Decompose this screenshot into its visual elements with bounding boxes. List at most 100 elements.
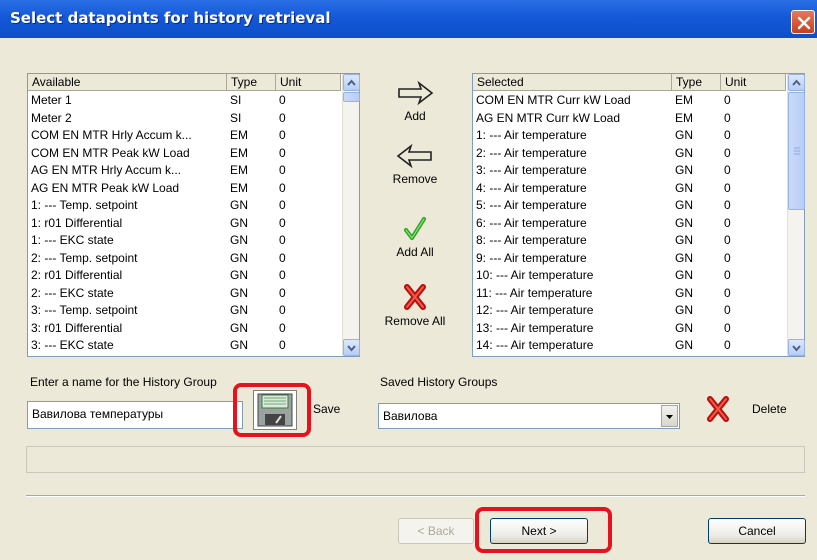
selected-row[interactable]: 12: --- Air temperature GN 0 [473, 302, 786, 320]
scroll-up-button[interactable] [788, 74, 805, 91]
selected-cell-name: COM EN MTR Curr kW Load [476, 93, 631, 107]
selected-cell-unit: 0 [724, 250, 731, 265]
available-row[interactable]: Meter 2 SI 0 [28, 110, 341, 128]
selected-cell-unit: 0 [724, 145, 731, 160]
available-list[interactable]: Available Type Unit Meter 1 SI 0 Meter 2 SI 0… [27, 73, 360, 357]
available-row[interactable]: 1: --- Temp. setpoint GN 0 [28, 197, 341, 215]
available-row[interactable]: Meter 1 SI 0 [28, 92, 341, 110]
available-cell-unit: 0 [279, 320, 286, 335]
available-cell-type: GN [230, 198, 248, 212]
selected-list[interactable]: Selected Type Unit COM EN MTR Curr kW Lo… [472, 73, 805, 357]
saved-history-groups-value: Вавилова [383, 409, 438, 423]
scroll-up-button[interactable] [343, 74, 360, 91]
selected-cell-unit: 0 [724, 110, 731, 125]
selected-cell-name: 4: --- Air temperature [476, 180, 587, 195]
available-cell-type: SI [230, 93, 242, 107]
scroll-thumb[interactable] [788, 92, 805, 210]
selected-cell-type: GN [675, 268, 693, 282]
available-list-header: Available Type Unit [28, 74, 341, 91]
selected-row[interactable]: 4: --- Air temperature GN 0 [473, 180, 786, 198]
selected-cell-name: 8: --- Air temperature [476, 233, 587, 247]
available-row[interactable]: 3: --- EKC state GN 0 [28, 337, 341, 355]
remove-action[interactable]: Remove [380, 143, 450, 186]
selected-row[interactable]: 10: --- Air temperature GN 0 [473, 267, 786, 285]
scroll-down-button[interactable] [343, 339, 360, 356]
selected-row[interactable]: 13: --- Air temperature GN 0 [473, 320, 786, 338]
available-row[interactable]: 2: r01 Differential GN 0 [28, 267, 341, 285]
selected-cell-type: GN [675, 250, 693, 265]
column-header-type[interactable]: Type [227, 74, 276, 91]
selected-row[interactable]: 5: --- Air temperature GN 0 [473, 197, 786, 215]
selected-row[interactable]: 14: --- Air temperature GN 0 [473, 337, 786, 355]
back-button[interactable]: < Back [398, 518, 474, 544]
available-cell-type: GN [230, 215, 248, 230]
available-cell-unit: 0 [279, 250, 286, 265]
available-cell-unit: 0 [279, 128, 286, 142]
selected-cell-name: 12: --- Air temperature [476, 303, 594, 317]
available-row[interactable]: 1: --- EKC state GN 0 [28, 232, 341, 250]
available-cell-type: EM [230, 163, 248, 177]
selected-row[interactable]: 3: --- Air temperature GN 0 [473, 162, 786, 180]
checkmark-icon [404, 217, 426, 240]
selected-cell-name: 13: --- Air temperature [476, 320, 594, 335]
available-cell-unit: 0 [279, 180, 286, 195]
selected-cell-type: GN [675, 163, 693, 177]
column-header-available[interactable]: Available [28, 74, 227, 91]
available-scrollbar[interactable] [342, 74, 360, 356]
available-row[interactable]: COM EN MTR Peak kW Load EM 0 [28, 145, 341, 163]
column-header-unit[interactable]: Unit [276, 74, 341, 91]
available-cell-unit: 0 [279, 303, 286, 317]
scroll-down-button[interactable] [788, 339, 805, 356]
history-group-name-input[interactable]: Вавилова температуры [27, 401, 243, 429]
grip-icon [794, 147, 800, 155]
available-cell-unit: 0 [279, 198, 286, 212]
remove-all-label: Remove All [384, 314, 446, 328]
available-row[interactable]: COM EN MTR Hrly Accum k... EM 0 [28, 127, 341, 145]
available-row[interactable]: AG EN MTR Hrly Accum k... EM 0 [28, 162, 341, 180]
available-row[interactable]: 2: --- EKC state GN 0 [28, 285, 341, 303]
selected-cell-name: 3: --- Air temperature [476, 163, 587, 177]
dropdown-button[interactable] [661, 405, 678, 427]
selected-row[interactable]: 6: --- Air temperature GN 0 [473, 215, 786, 233]
selected-scrollbar[interactable] [787, 74, 805, 356]
available-cell-name: Meter 2 [31, 110, 72, 125]
divider [26, 495, 805, 497]
cancel-button[interactable]: Cancel [708, 518, 806, 544]
selected-cell-type: GN [675, 338, 693, 352]
selected-row[interactable]: 9: --- Air temperature GN 0 [473, 250, 786, 268]
scroll-thumb[interactable] [343, 92, 360, 102]
available-row[interactable]: AG EN MTR Peak kW Load EM 0 [28, 180, 341, 198]
selected-row[interactable]: 11: --- Air temperature GN 0 [473, 285, 786, 303]
remove-all-action[interactable]: Remove All [380, 283, 450, 328]
column-header-selected[interactable]: Selected [473, 74, 672, 91]
available-cell-type: EM [230, 128, 248, 142]
selected-row[interactable]: 8: --- Air temperature GN 0 [473, 232, 786, 250]
close-button[interactable] [791, 10, 815, 34]
chevron-down-icon [792, 345, 801, 352]
column-header-unit[interactable]: Unit [721, 74, 786, 91]
selected-row[interactable]: AG EN MTR Curr kW Load EM 0 [473, 110, 786, 128]
selected-row[interactable]: 1: --- Air temperature GN 0 [473, 127, 786, 145]
available-row[interactable]: 3: --- Temp. setpoint GN 0 [28, 302, 341, 320]
selected-cell-unit: 0 [724, 128, 731, 142]
saved-history-groups-select[interactable]: Вавилова [378, 403, 680, 429]
selected-row[interactable]: 2: --- Air temperature GN 0 [473, 145, 786, 163]
red-x-icon [404, 284, 426, 310]
add-all-action[interactable]: Add All [380, 216, 450, 259]
available-row[interactable]: 3: r01 Differential GN 0 [28, 320, 341, 338]
available-cell-type: EM [230, 145, 248, 160]
delete-button[interactable] [705, 395, 731, 423]
available-row[interactable]: 1: r01 Differential GN 0 [28, 215, 341, 233]
available-cell-type: SI [230, 110, 242, 125]
available-row[interactable]: 2: --- Temp. setpoint GN 0 [28, 250, 341, 268]
selected-row[interactable]: COM EN MTR Curr kW Load EM 0 [473, 92, 786, 110]
available-cell-unit: 0 [279, 215, 286, 230]
available-cell-unit: 0 [279, 338, 286, 352]
available-cell-name: 1: --- Temp. setpoint [31, 198, 138, 212]
close-icon [797, 16, 811, 30]
selected-cell-name: 5: --- Air temperature [476, 198, 587, 212]
available-cell-unit: 0 [279, 268, 286, 282]
column-header-type[interactable]: Type [672, 74, 721, 91]
selected-cell-unit: 0 [724, 303, 731, 317]
add-action[interactable]: Add [380, 80, 450, 123]
